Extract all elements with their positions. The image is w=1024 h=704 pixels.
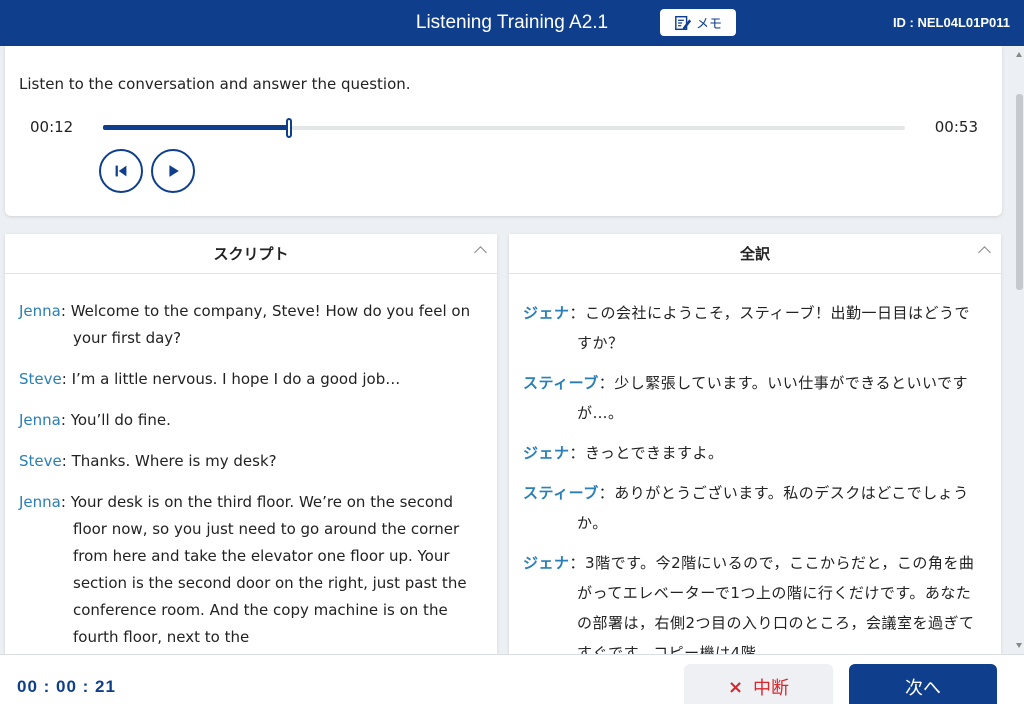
translation-line: ジェナ：3階です。今2階にいるので，ここからだと，この角を曲がってエレベーターで… xyxy=(523,548,979,654)
line-text: Your desk is on the third floor. We’re o… xyxy=(70,493,467,646)
translation-panel: 全訳 ジェナ：この会社にようこそ，スティーブ！出勤一日目はどうですか？ スティー… xyxy=(509,234,1001,654)
speaker-name: ジェナ xyxy=(523,554,570,572)
translation-panel-title: 全訳 xyxy=(739,245,770,263)
instruction-text: Listen to the conversation and answer th… xyxy=(19,75,411,93)
scroll-down-arrow-icon[interactable] xyxy=(1016,643,1022,648)
line-text: Welcome to the company, Steve! How do yo… xyxy=(70,302,471,347)
seek-bar-progress xyxy=(103,125,290,130)
speaker-name: スティーブ xyxy=(523,374,599,392)
script-line: Steve: Thanks. Where is my desk? xyxy=(19,452,277,470)
line-text: ありがとうございます。私のデスクはどこでしょうか。 xyxy=(577,484,969,532)
collapse-chevron-icon[interactable] xyxy=(978,246,991,259)
translation-body: ジェナ：この会社にようこそ，スティーブ！出勤一日目はどうですか？ スティーブ：少… xyxy=(509,274,1001,654)
script-panel: スクリプト Jenna: Welcome to the company, Ste… xyxy=(5,234,497,654)
line-text: Thanks. Where is my desk? xyxy=(71,452,277,470)
page-title: Listening Training A2.1 xyxy=(415,12,609,33)
collapse-chevron-icon[interactable] xyxy=(474,246,487,259)
translation-panel-header: 全訳 xyxy=(509,234,1001,274)
scrollbar-thumb[interactable] xyxy=(1016,94,1023,290)
speaker-name: スティーブ xyxy=(523,484,599,502)
script-panel-title: スクリプト xyxy=(213,245,289,263)
speaker-name: Steve xyxy=(19,452,62,470)
translation-line: ジェナ：きっとできますよ。 xyxy=(523,444,724,462)
memo-pencil-icon xyxy=(675,15,692,30)
next-label: 次へ xyxy=(905,678,941,699)
page-scrollbar[interactable] xyxy=(1014,46,1024,654)
line-text: I’m a little nervous. I hope I do a good… xyxy=(71,370,401,388)
line-text: きっとできますよ。 xyxy=(585,444,724,462)
interrupt-button[interactable]: × 中断 xyxy=(684,664,833,704)
script-panel-header: スクリプト xyxy=(5,234,497,274)
top-bar: Listening Training A2.1 メモ ID : NEL04L01… xyxy=(0,0,1024,46)
translation-line: ジェナ：この会社にようこそ，スティーブ！出勤一日目はどうですか？ xyxy=(523,304,970,352)
next-button[interactable]: 次へ xyxy=(849,664,997,704)
script-line: Jenna: Welcome to the company, Steve! Ho… xyxy=(19,302,471,347)
speaker-name: Jenna xyxy=(19,493,61,511)
speaker-name: ジェナ xyxy=(523,304,570,322)
line-text: 少し緊張しています。いい仕事ができるといいですが…。 xyxy=(577,374,969,422)
memo-button[interactable]: メモ xyxy=(660,9,736,36)
script-line: Jenna: You’ll do fine. xyxy=(19,411,171,429)
interrupt-label: 中断 xyxy=(753,678,790,699)
skip-back-icon xyxy=(115,165,127,177)
script-body: Jenna: Welcome to the company, Steve! Ho… xyxy=(5,274,497,651)
question-id: ID : NEL04L01P011 xyxy=(892,15,1010,30)
footer-bar: 00 : 00 : 21 × 中断 次へ xyxy=(0,654,1024,704)
speaker-name: Jenna xyxy=(19,411,61,429)
script-line: Jenna: Your desk is on the third floor. … xyxy=(19,493,467,646)
current-time: 00:12 xyxy=(30,118,74,136)
script-line: Steve: I’m a little nervous. I hope I do… xyxy=(19,370,401,388)
speaker-name: Jenna xyxy=(19,302,61,320)
speaker-name: Steve xyxy=(19,370,62,388)
translation-line: スティーブ：ありがとうございます。私のデスクはどこでしょうか。 xyxy=(523,484,969,532)
line-text: You’ll do fine. xyxy=(70,411,171,429)
audio-player-card: Listen to the conversation and answer th… xyxy=(5,46,1002,216)
close-icon: × xyxy=(727,676,744,698)
total-time: 00:53 xyxy=(934,118,978,136)
speaker-name: ジェナ xyxy=(523,444,570,462)
seek-bar[interactable] xyxy=(103,118,905,138)
play-button[interactable] xyxy=(151,149,195,193)
play-icon xyxy=(169,165,179,177)
translation-line: スティーブ：少し緊張しています。いい仕事ができるといいですが…。 xyxy=(523,374,969,422)
scroll-up-arrow-icon[interactable] xyxy=(1016,52,1022,57)
seek-bar-handle[interactable] xyxy=(286,118,293,138)
line-text: この会社にようこそ，スティーブ！出勤一日目はどうですか？ xyxy=(577,304,970,352)
restart-button[interactable] xyxy=(99,149,143,193)
line-text: 3階です。今2階にいるので，ここからだと，この角を曲がってエレベーターで1つ上の… xyxy=(577,554,975,654)
elapsed-timer: 00 : 00 : 21 xyxy=(17,677,116,696)
memo-label: メモ xyxy=(695,17,722,32)
